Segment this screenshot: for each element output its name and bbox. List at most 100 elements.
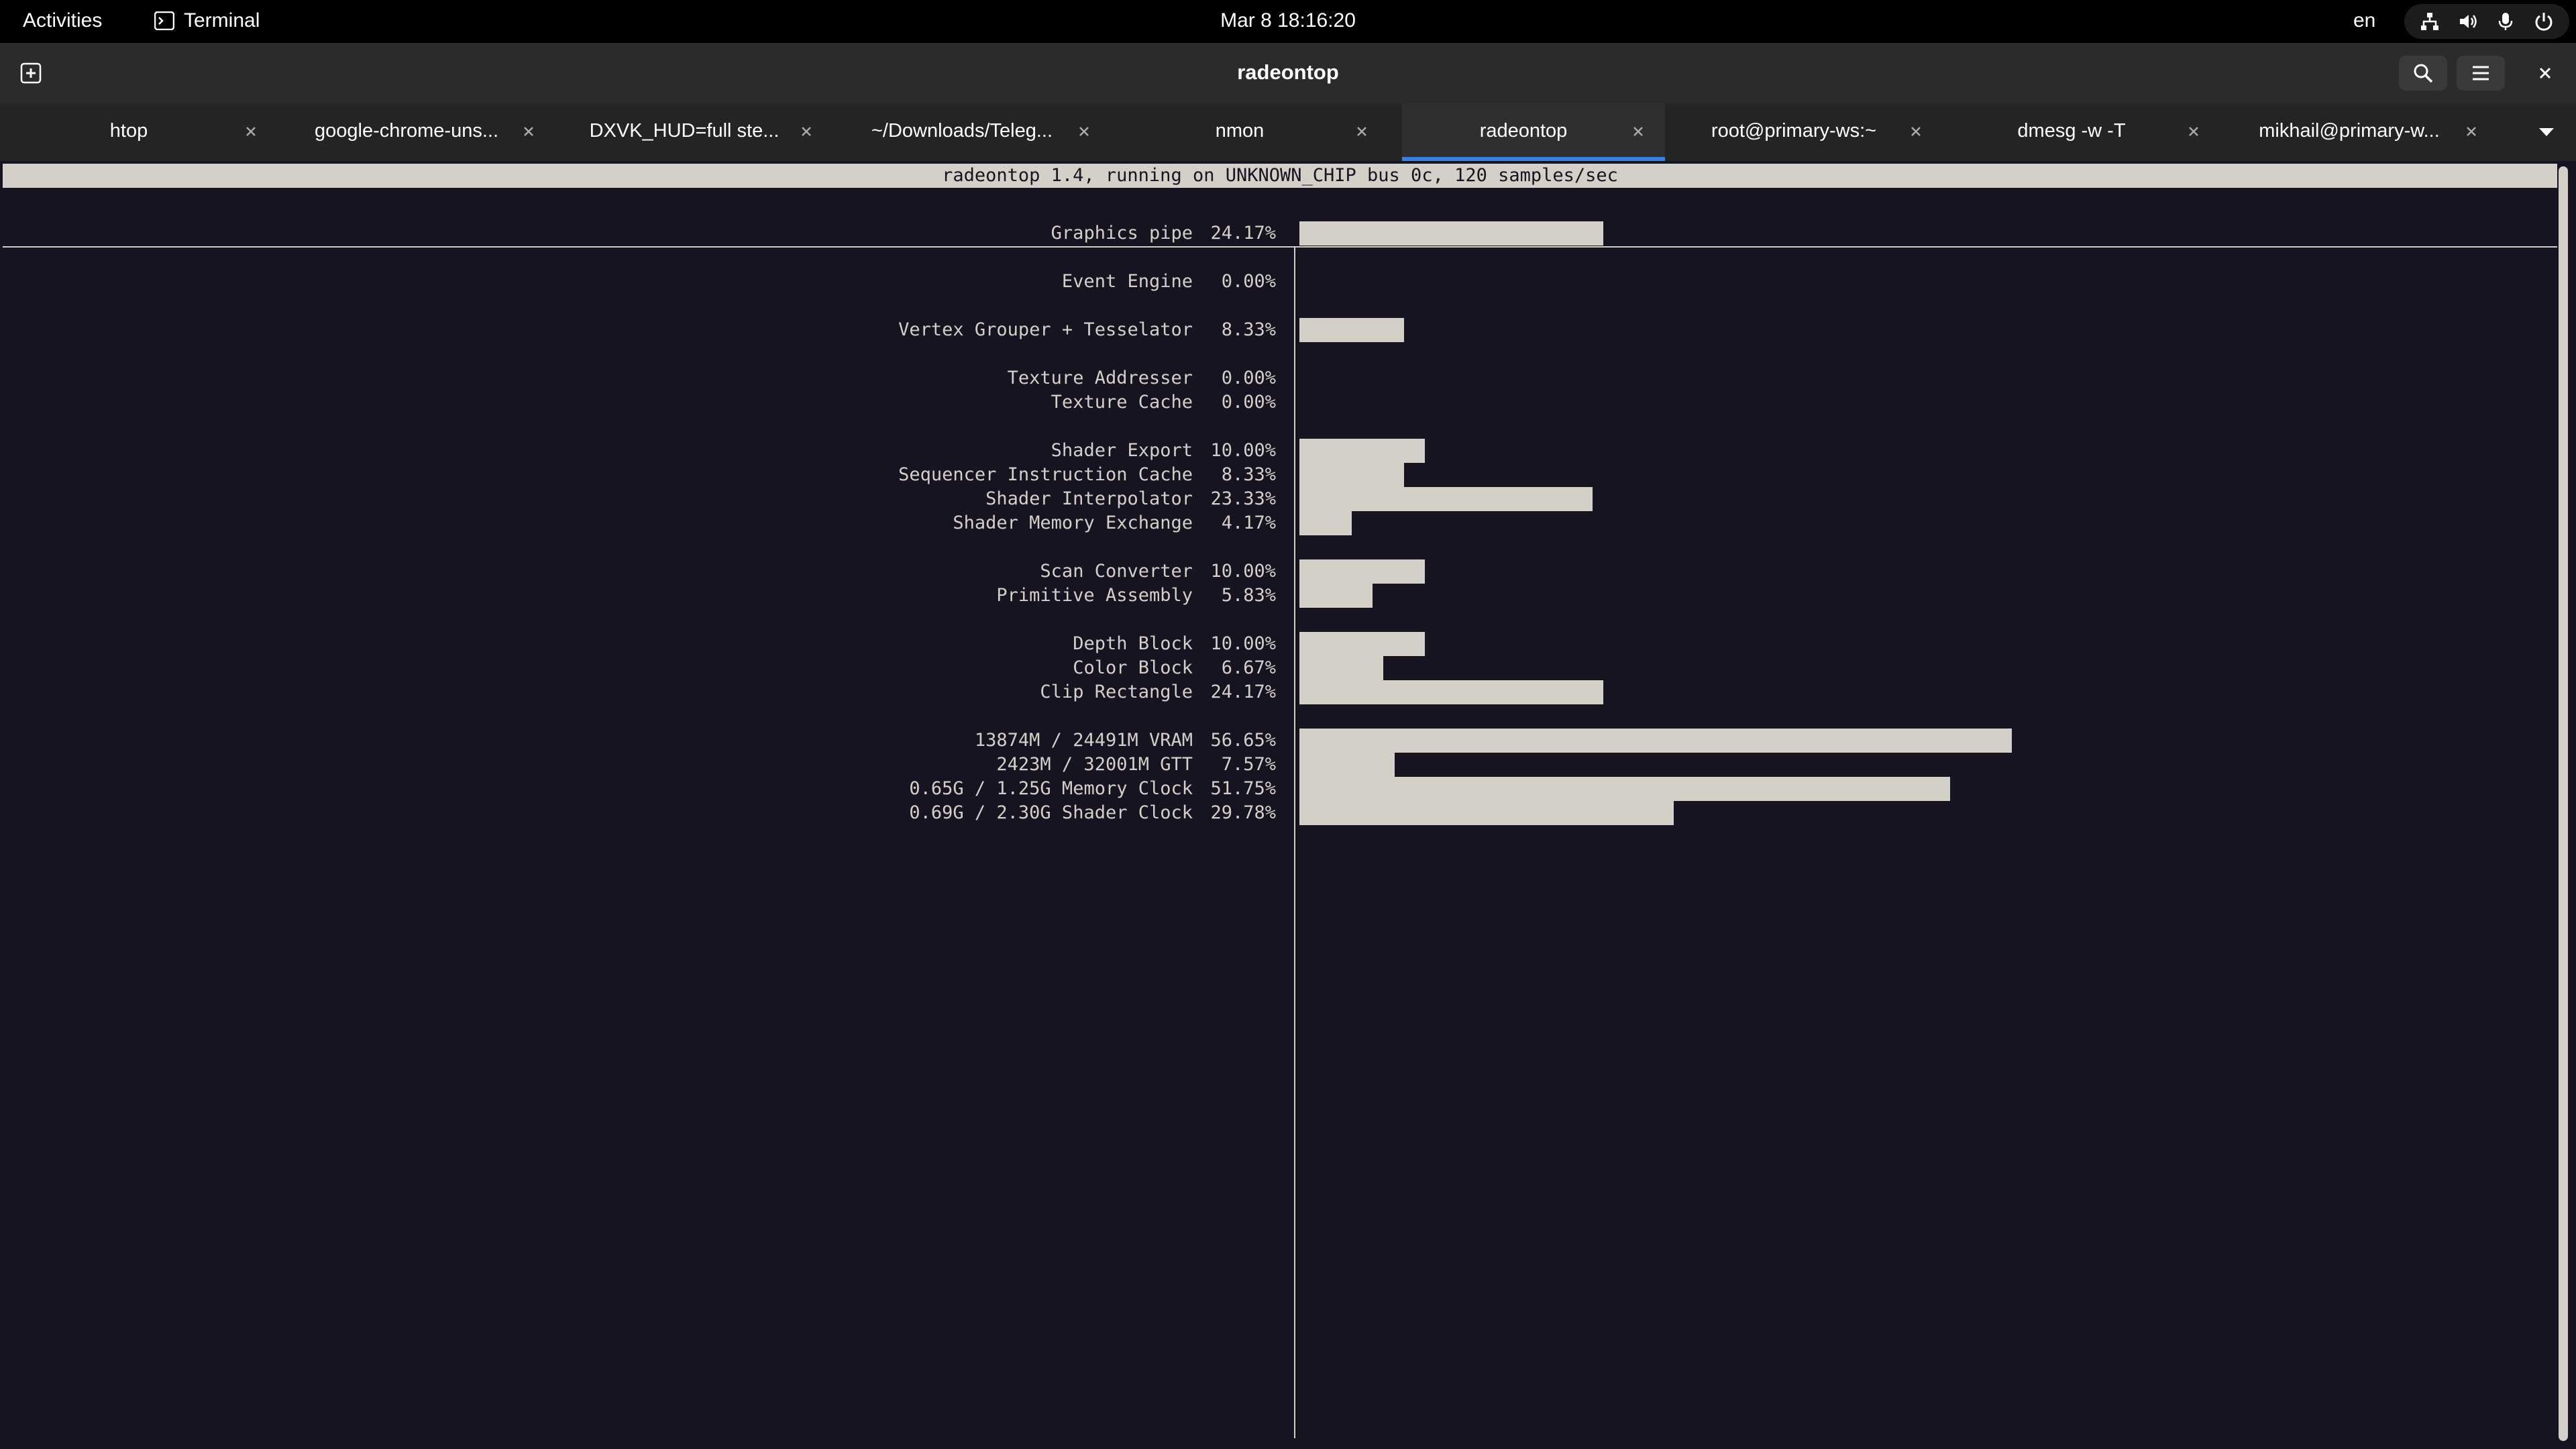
tab-label: DXVK_HUD=full ste... (589, 120, 780, 142)
terminal-view[interactable]: radeontop 1.4, running on UNKNOWN_CHIP b… (0, 161, 2576, 1449)
app-menu[interactable]: Terminal (154, 9, 260, 32)
metric-label: Depth Block (1073, 633, 1193, 654)
metric-row: Shader Memory Exchange 4.17% (0, 511, 1288, 535)
metric-value: 24.17% (1210, 223, 1276, 244)
volume-icon (2459, 15, 2477, 28)
tab-nmon[interactable]: nmon (1111, 103, 1389, 161)
metric-row: Shader Interpolator 23.33% (0, 487, 1288, 511)
close-tab-button[interactable] (237, 118, 264, 145)
close-tab-button[interactable] (1348, 118, 1375, 145)
tab-htop[interactable]: htop (0, 103, 278, 161)
metric-bar (1299, 801, 1674, 825)
metric-bar (1299, 777, 1950, 801)
close-icon (2189, 127, 2198, 136)
activities-button[interactable]: Activities (23, 9, 102, 32)
tab-downloads[interactable]: ~/Downloads/Teleg... (833, 103, 1111, 161)
metric-row: Shader Export 10.00% (0, 439, 1288, 463)
chevron-down-icon (2539, 128, 2554, 136)
metric-bar (1299, 487, 1593, 511)
metric-bar (1299, 439, 1425, 463)
metric-label: 0.69G / 2.30G Shader Clock (909, 802, 1193, 823)
metric-bar (1299, 318, 1404, 342)
microphone-icon (2499, 13, 2513, 30)
tab-label: google-chrome-uns... (314, 120, 499, 142)
tab-label: mikhail@primary-w... (2259, 120, 2440, 142)
separator-line (3, 246, 2557, 248)
metric-value: 8.33% (1221, 319, 1276, 340)
metric-value: 10.00% (1210, 633, 1276, 654)
tab-mikhail-shell[interactable]: mikhail@primary-w... (2220, 103, 2498, 161)
metric-bar (1299, 221, 1603, 246)
system-status-menu[interactable] (2404, 4, 2569, 39)
metric-label: Color Block (1073, 657, 1193, 678)
metric-row: Clip Rectangle 24.17% (0, 680, 1288, 704)
tab-label: nmon (1215, 120, 1265, 142)
metric-row: Event Engine 0.00% (0, 270, 1288, 294)
metric-label: Shader Memory Exchange (953, 513, 1193, 533)
metric-bar (1299, 584, 1373, 608)
close-icon (524, 127, 533, 136)
close-tab-button[interactable] (1071, 118, 1097, 145)
tab-dxvk-hud[interactable]: DXVK_HUD=full ste... (555, 103, 833, 161)
metric-value: 51.75% (1210, 778, 1276, 799)
close-icon (1911, 127, 1921, 136)
main-menu-button[interactable] (2457, 56, 2505, 91)
metric-row: 13874M / 24491M VRAM 56.65% (0, 729, 1288, 753)
tab-label: htop (109, 120, 148, 142)
metric-label: Shader Export (1051, 440, 1193, 461)
close-tab-button[interactable] (2458, 118, 2485, 145)
tab-label: radeontop (1479, 120, 1568, 142)
tab-label: ~/Downloads/Teleg... (871, 120, 1053, 142)
metric-value: 10.00% (1210, 440, 1276, 461)
tab-label: dmesg -w -T (2017, 120, 2126, 142)
tab-dmesg[interactable]: dmesg -w -T (1943, 103, 2220, 161)
window-title: radeontop (1237, 60, 1339, 84)
tab-google-chrome[interactable]: google-chrome-uns... (278, 103, 555, 161)
metric-row: Texture Cache 0.00% (0, 390, 1288, 415)
tab-bar: htop google-chrome-uns... DXVK_HUD=full … (0, 103, 2576, 161)
metric-bar (1299, 463, 1404, 487)
close-tab-button[interactable] (1902, 118, 1929, 145)
metric-bar (1299, 632, 1425, 656)
metric-bar (1299, 656, 1383, 680)
metric-value: 29.78% (1210, 802, 1276, 823)
metric-value: 8.33% (1221, 464, 1276, 485)
metric-row: Primitive Assembly 5.83% (0, 584, 1288, 608)
scrollbar[interactable] (2559, 166, 2568, 1441)
close-window-button[interactable] (2521, 56, 2569, 91)
tab-radeontop[interactable]: radeontop (1402, 103, 1665, 161)
close-icon (1079, 127, 1089, 136)
metric-row: Vertex Grouper + Tesselator 8.33% (0, 318, 1288, 342)
bar-axis-line (1294, 246, 1295, 1438)
search-icon (2414, 64, 2433, 83)
metric-bar (1299, 680, 1603, 704)
clock[interactable]: Mar 8 18:16:20 (1220, 9, 1356, 32)
close-tab-button[interactable] (515, 118, 542, 145)
tab-root-shell[interactable]: root@primary-ws:~ (1665, 103, 1943, 161)
hamburger-menu-icon (2473, 66, 2489, 80)
close-icon (246, 127, 256, 136)
metric-value: 23.33% (1210, 488, 1276, 509)
metric-value: 10.00% (1210, 561, 1276, 582)
metric-label: Graphics pipe (1051, 223, 1193, 244)
metric-label: Texture Addresser (1007, 368, 1193, 388)
metric-bar (1299, 753, 1395, 777)
metric-row: 2423M / 32001M GTT 7.57% (0, 753, 1288, 777)
new-tab-button[interactable] (11, 56, 51, 91)
metric-label: Event Engine (1061, 271, 1193, 292)
metric-value: 0.00% (1221, 392, 1276, 413)
close-tab-button[interactable] (793, 118, 820, 145)
metric-label: 0.65G / 1.25G Memory Clock (909, 778, 1193, 799)
metric-value: 56.65% (1210, 730, 1276, 751)
metric-bar (1299, 511, 1352, 535)
keyboard-layout-indicator[interactable]: en (2353, 9, 2375, 32)
metric-row: Depth Block 10.00% (0, 632, 1288, 656)
gnome-top-bar: Activities Terminal Mar 8 18:16:20 en (0, 0, 2576, 43)
close-icon (2539, 67, 2551, 79)
tab-overflow-button[interactable] (2528, 118, 2565, 146)
close-tab-button[interactable] (1625, 118, 1652, 145)
close-icon (1357, 127, 1366, 136)
metric-label: 2423M / 32001M GTT (996, 754, 1193, 775)
search-button[interactable] (2399, 56, 2447, 91)
close-tab-button[interactable] (2180, 118, 2207, 145)
